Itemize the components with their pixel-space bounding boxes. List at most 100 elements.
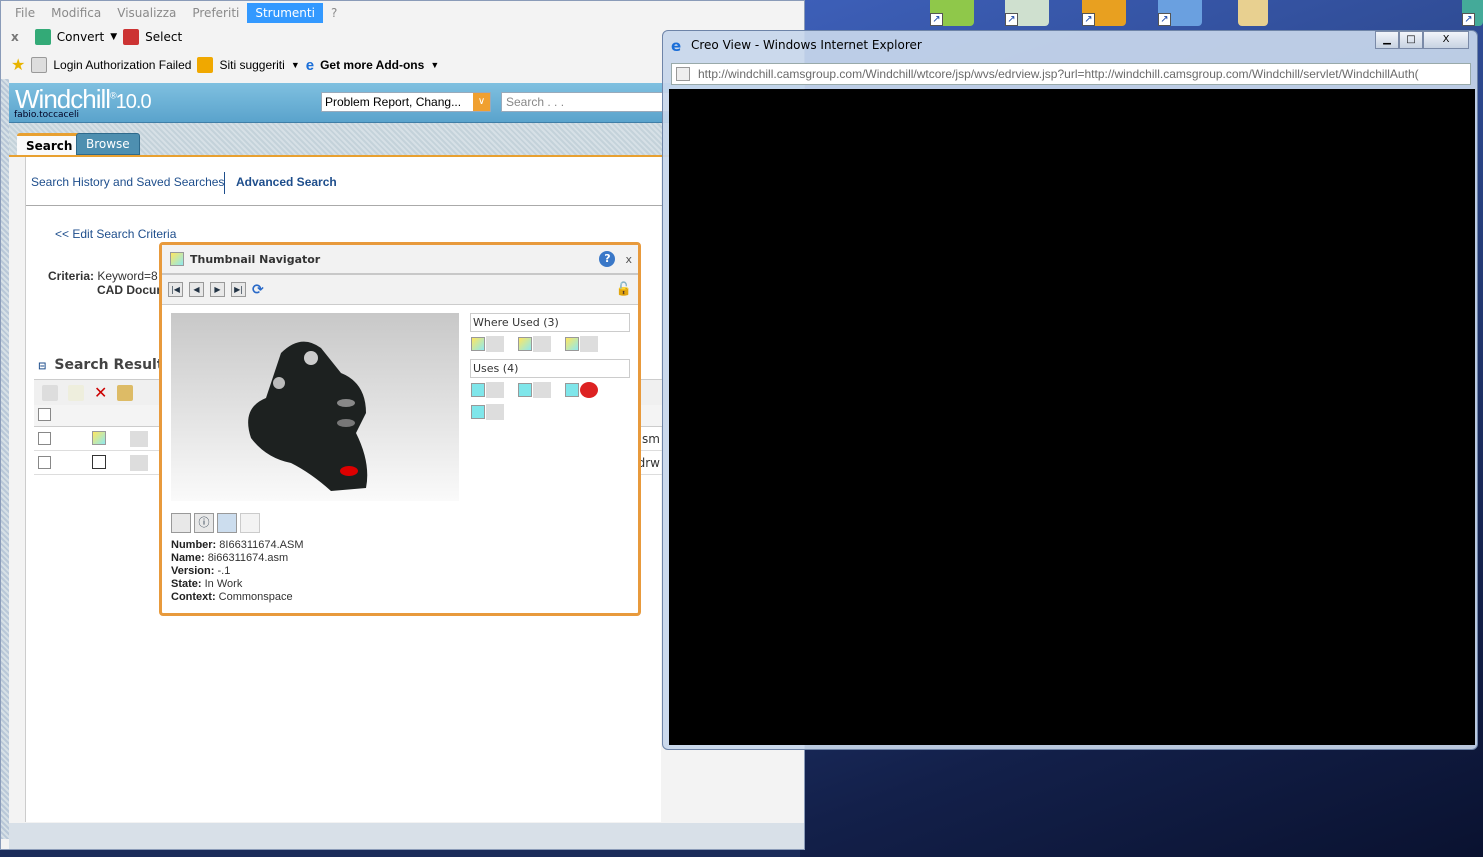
copy-icon[interactable] [42, 384, 58, 401]
chevron-down-icon[interactable]: ∨ [473, 93, 490, 111]
menu-preferiti[interactable]: Preferiti [184, 3, 247, 23]
structure-icon[interactable] [117, 384, 134, 401]
popup-title-bar: Thumbnail Navigator ? x [162, 245, 638, 275]
previous-icon[interactable]: ◀ [189, 282, 204, 297]
thumbnail-icon[interactable] [130, 455, 148, 471]
part-icon[interactable] [565, 383, 579, 397]
drawing-icon [92, 455, 106, 469]
navigator-toolbar: |◀ ◀ ▶ ▶| ⟳ 🔓 [162, 275, 638, 305]
where-used-header: Where Used (3) [470, 313, 630, 332]
chevron-down-icon[interactable]: ▼ [430, 60, 439, 70]
search-type-select[interactable]: Problem Report, Chang... ∨ [321, 92, 491, 112]
bing-icon [197, 57, 214, 73]
thumbnail-icon[interactable] [533, 382, 551, 398]
chevron-down-icon[interactable]: ▼ [291, 60, 300, 70]
close-window-button[interactable]: X [1423, 31, 1469, 49]
favorite-addons[interactable]: Get more Add-ons [320, 58, 424, 72]
page-icon [31, 57, 48, 73]
favorite-sites[interactable]: Siti suggeriti [219, 58, 284, 72]
part-info: Number: 8I66311674.ASM Name: 8i66311674.… [171, 539, 304, 604]
menu-strumenti[interactable]: Strumenti [247, 3, 323, 23]
menu-help[interactable]: ? [323, 3, 345, 23]
window-title: Creo View - Windows Internet Explorer [691, 38, 922, 52]
edit-icon[interactable] [68, 384, 84, 401]
thumbnail-icon[interactable] [580, 336, 598, 352]
select-pdf-icon [123, 29, 140, 45]
ie-icon: e [671, 37, 682, 55]
menu-modifica[interactable]: Modifica [43, 3, 109, 23]
menu-file[interactable]: File [7, 3, 43, 23]
thumbnail-icon[interactable] [580, 382, 598, 398]
row-checkbox[interactable] [38, 432, 51, 445]
last-icon[interactable]: ▶| [231, 282, 246, 297]
assembly-icon[interactable] [471, 337, 485, 351]
page-border [1, 79, 9, 839]
close-toolbar-icon[interactable]: x [11, 30, 19, 44]
menu-visualizza[interactable]: Visualizza [109, 3, 184, 23]
info-version: Version: -.1 [171, 565, 231, 577]
compare-icon[interactable] [240, 513, 260, 533]
select-all-checkbox[interactable] [38, 408, 51, 421]
collapse-icon[interactable]: ⊟ [38, 361, 46, 372]
criteria: Criteria: Keyword=8 CAD Docun [48, 269, 164, 297]
creo-view-window: e Creo View - Windows Internet Explorer … [662, 30, 1478, 750]
tab-search[interactable]: Search [17, 133, 82, 155]
uses-header: Uses (4) [470, 359, 630, 378]
convert-icon [34, 29, 51, 45]
thumbnail-icon[interactable] [130, 431, 148, 447]
row-file-name[interactable]: sm [642, 432, 660, 446]
desktop-folder-icon[interactable] [1238, 0, 1268, 26]
desktop-shortcut-icon[interactable]: ↗ [930, 0, 974, 26]
assembly-icon[interactable] [518, 337, 532, 351]
thumbnail-navigator-popup: Thumbnail Navigator ? x |◀ ◀ ▶ ▶| ⟳ 🔓 Wh… [159, 242, 641, 616]
desktop-shortcut-icon[interactable]: ↗ [1082, 0, 1126, 26]
close-button[interactable]: x [625, 253, 632, 266]
search-input[interactable]: Search . . . [501, 92, 671, 112]
user-name[interactable]: fabio.toccaceli [14, 110, 79, 120]
part-icon[interactable] [471, 405, 485, 419]
assembly-icon [170, 252, 184, 266]
favorite-login[interactable]: Login Authorization Failed [53, 58, 191, 72]
bracket-model-image [248, 341, 368, 491]
info-icon[interactable]: ⓘ [194, 513, 214, 533]
convert-button[interactable]: Convert [57, 30, 104, 44]
help-icon[interactable]: ? [599, 251, 616, 267]
info-state: State: In Work [171, 578, 243, 590]
maximize-button[interactable]: □ [1399, 31, 1423, 49]
info-name: Name: 8i66311674.asm [171, 552, 289, 564]
search-history-link[interactable]: Search History and Saved Searches [31, 175, 224, 189]
assembly-icon [92, 431, 106, 445]
status-bar [9, 823, 804, 849]
address-bar[interactable]: http://windchill.camsgroup.com/Windchill… [671, 63, 1471, 85]
refresh-icon[interactable]: ⟳ [252, 282, 264, 298]
copy-icon[interactable] [171, 513, 191, 533]
info-context: Context: Commonspace [171, 591, 293, 603]
part-thumbnail[interactable] [171, 313, 459, 501]
menu-bar: File Modifica Visualizza Preferiti Strum… [1, 1, 804, 25]
favorites-star-icon[interactable]: ★ [11, 55, 25, 75]
unlock-icon[interactable]: 🔓 [616, 282, 632, 297]
desktop-shortcut-icon[interactable]: ↗ [1005, 0, 1049, 26]
select-button[interactable]: Select [145, 30, 182, 44]
minimize-button[interactable]: ▁ [1375, 31, 1399, 49]
next-icon[interactable]: ▶ [210, 282, 225, 297]
desktop-shortcut-icon[interactable]: ↗ [1158, 0, 1202, 26]
chevron-down-icon[interactable]: ▼ [110, 32, 117, 42]
delete-icon[interactable]: ✕ [94, 383, 107, 402]
thumbnail-icon[interactable] [486, 382, 504, 398]
view-icon[interactable] [217, 513, 237, 533]
edit-search-criteria-link[interactable]: << Edit Search Criteria [55, 227, 176, 241]
thumbnail-icon[interactable] [533, 336, 551, 352]
row-checkbox[interactable] [38, 456, 51, 469]
thumbnail-icon[interactable] [486, 336, 504, 352]
part-icon[interactable] [471, 383, 485, 397]
tab-browse[interactable]: Browse [76, 133, 140, 155]
search-results-header: ⊟ Search Results [38, 357, 172, 373]
creo-viewer-canvas[interactable] [669, 89, 1475, 745]
advanced-search-link[interactable]: Advanced Search [236, 175, 337, 189]
desktop-shortcut-icon[interactable]: ↗ [1462, 0, 1483, 26]
thumbnail-icon[interactable] [486, 404, 504, 420]
first-icon[interactable]: |◀ [168, 282, 183, 297]
part-icon[interactable] [518, 383, 532, 397]
assembly-icon[interactable] [565, 337, 579, 351]
